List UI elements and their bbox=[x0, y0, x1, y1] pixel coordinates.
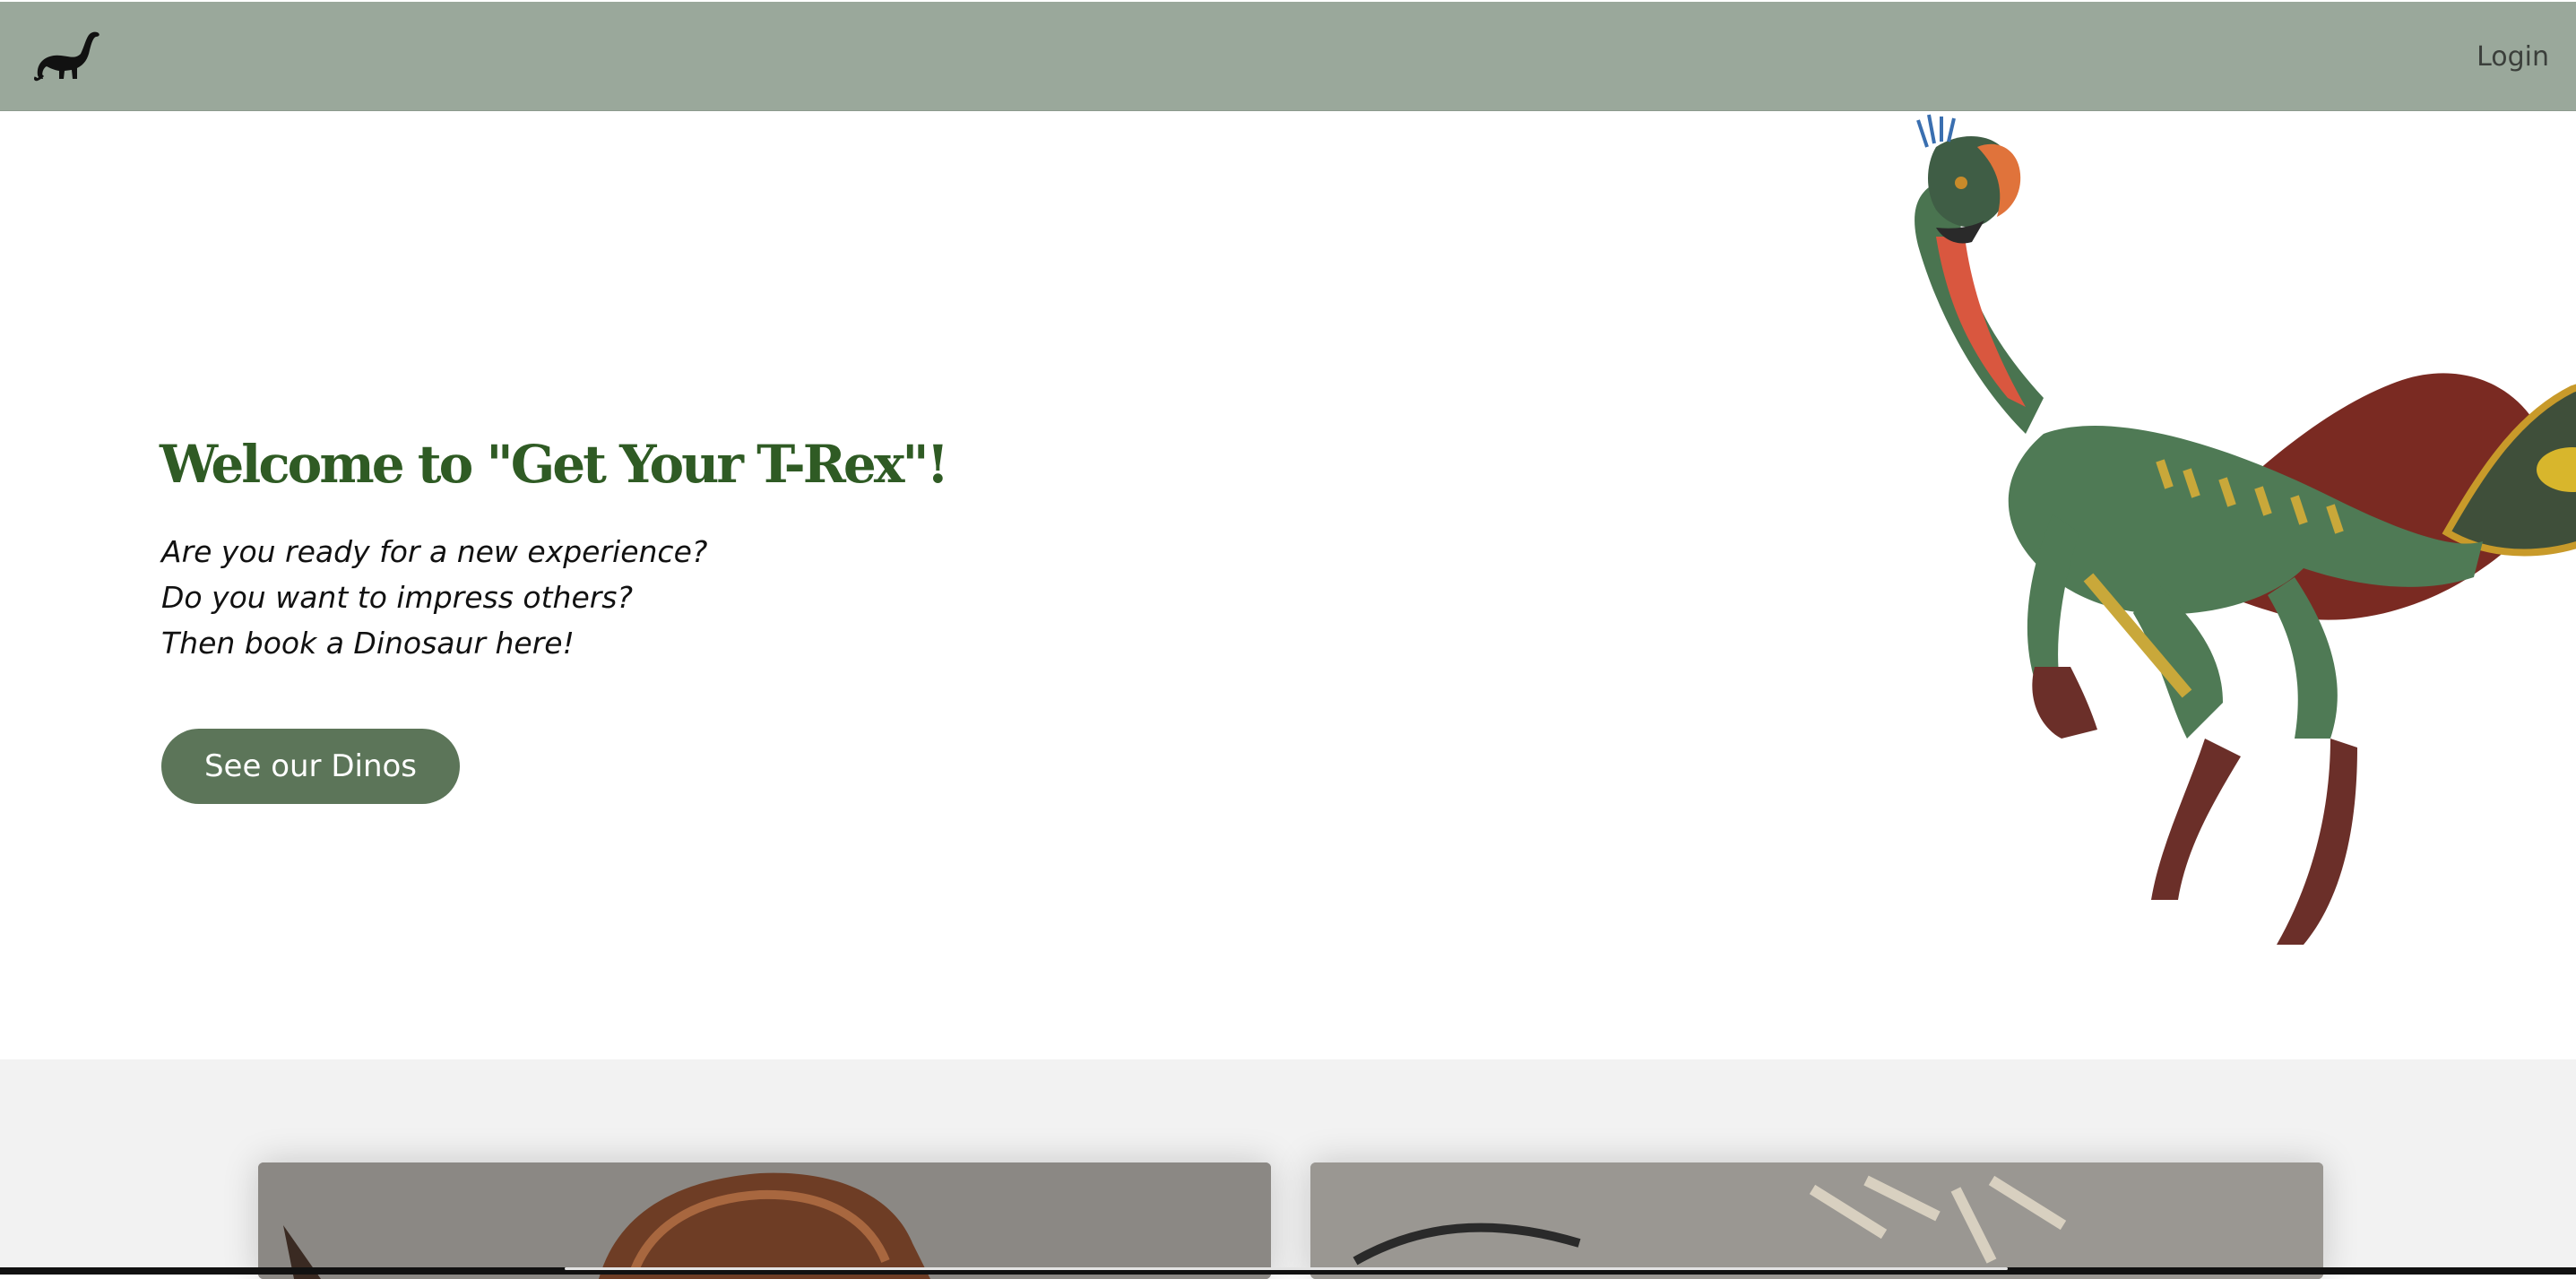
feathered-dinosaur-image bbox=[1915, 114, 2576, 945]
scroll-indicator bbox=[565, 1267, 2008, 1270]
armored-dinosaur-photo bbox=[258, 1162, 1271, 1279]
dinosaur-logo-icon[interactable] bbox=[34, 29, 102, 84]
hero-tagline: Are you ready for a new experience? Do y… bbox=[161, 529, 707, 666]
tagline-line: Do you want to impress others? bbox=[161, 580, 634, 615]
dinosaur-skeleton-photo bbox=[1310, 1162, 2323, 1279]
dino-gallery bbox=[0, 1059, 2576, 1279]
tagline-line: Then book a Dinosaur here! bbox=[161, 626, 575, 661]
dino-card[interactable] bbox=[258, 1162, 1271, 1279]
hero-section: Welcome to "Get Your T-Rex"! Are you rea… bbox=[0, 111, 2576, 1059]
login-link[interactable]: Login bbox=[2477, 41, 2549, 73]
see-dinos-button[interactable]: See our Dinos bbox=[161, 729, 460, 804]
dino-card[interactable] bbox=[1310, 1162, 2323, 1279]
tagline-line: Are you ready for a new experience? bbox=[161, 534, 708, 569]
hero-title: Welcome to "Get Your T-Rex"! bbox=[160, 434, 949, 495]
top-navbar: Login bbox=[0, 2, 2576, 111]
window-bottom-edge bbox=[0, 1267, 2576, 1275]
